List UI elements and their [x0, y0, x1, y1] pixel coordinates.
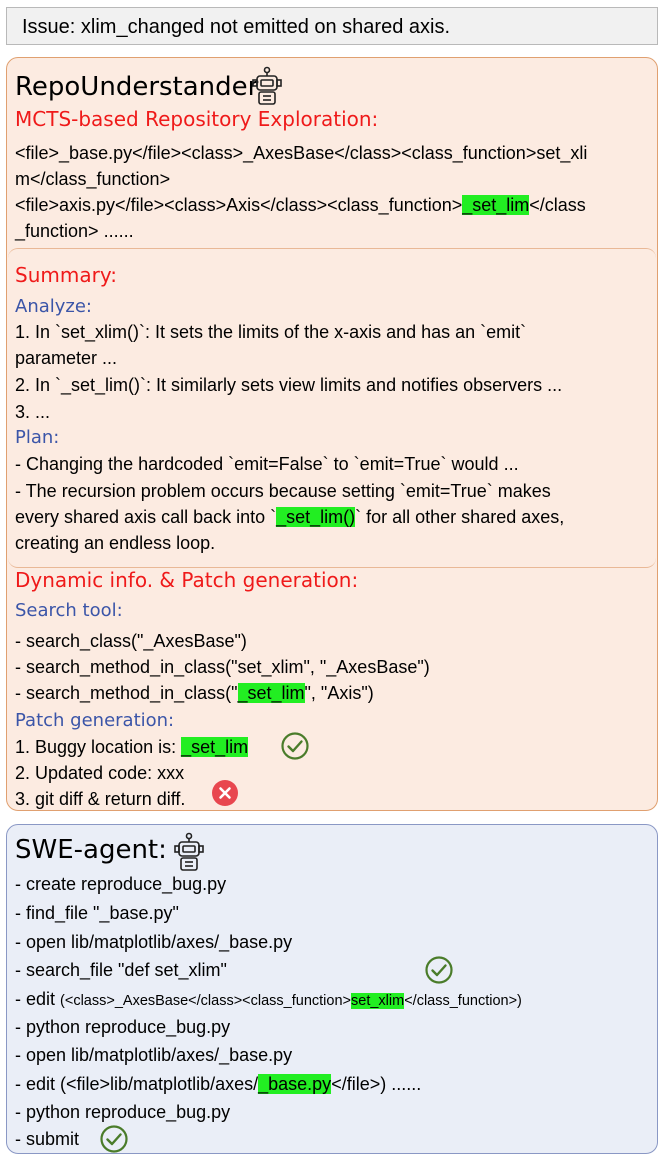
swe-step-8: - edit (<file>lib/matplotlib/axes/_base.… [15, 1074, 422, 1094]
plan-item-1: - Changing the hardcoded `emit=False` to… [15, 454, 519, 474]
search-item-1: - search_class("_AxesBase") [15, 631, 247, 651]
search-tool-heading: Search tool: [15, 600, 123, 621]
patch-heading: Patch generation: [15, 710, 175, 731]
mcts-heading: MCTS-based Repository Exploration: [15, 107, 379, 131]
repo-understander-panel: RepoUnderstander MCTS-based Repository E… [6, 57, 658, 811]
swe-step-1: - create reproduce_bug.py [15, 874, 227, 894]
analyze-item-1b: parameter ... [15, 348, 118, 368]
search-item-3: - search_method_in_class("_set_lim", "Ax… [15, 683, 374, 703]
check-circle-icon [100, 1125, 128, 1153]
issue-banner: Issue: xlim_changed not emitted on share… [6, 7, 658, 45]
analyze-item-3: 3. ... [15, 402, 51, 422]
swe-step-7: - open lib/matplotlib/axes/_base.py [15, 1045, 293, 1065]
highlight: _set_lim() [276, 507, 356, 527]
patch-item-2: 2. Updated code: xxx [15, 763, 185, 783]
path-line-3: <file>axis.py</file><class>Axis</class><… [15, 195, 586, 215]
check-circle-icon [281, 732, 309, 760]
search-item-2: - search_method_in_class("set_xlim", "_A… [15, 657, 430, 677]
summary-heading: Summary: [15, 263, 117, 287]
path-line-2: m</class_function> [15, 169, 171, 189]
robot-icon [252, 66, 282, 105]
swe-step-9: - python reproduce_bug.py [15, 1102, 231, 1122]
plan-item-2b: every shared axis call back into `_set_l… [15, 507, 565, 527]
swe-step-6: - python reproduce_bug.py [15, 1017, 231, 1037]
analyze-heading: Analyze: [15, 296, 92, 317]
swe-title: SWE-agent: [15, 835, 167, 865]
dynamic-heading: Dynamic info. & Patch generation: [15, 568, 359, 592]
swe-step-3: - open lib/matplotlib/axes/_base.py [15, 932, 293, 952]
analyze-item-1a: 1. In `set_xlim()`: It sets the limits o… [15, 322, 527, 342]
swe-step-4: - search_file "def set_xlim" [15, 960, 227, 980]
patch-item-1: 1. Buggy location is: _set_lim [15, 737, 249, 757]
patch-item-3: 3. git diff & return diff. [15, 789, 186, 809]
plan-item-2a: - The recursion problem occurs because s… [15, 481, 551, 501]
highlight: _base.py [258, 1074, 332, 1094]
path-line-4: _function> ...... [15, 221, 134, 241]
error-x-icon [212, 780, 238, 806]
robot-icon [174, 832, 204, 871]
check-circle-icon [425, 956, 453, 984]
highlight: _set_lim [181, 737, 249, 757]
highlight: set_xlim [351, 993, 405, 1009]
swe-step-10: - submit [15, 1129, 80, 1149]
analyze-item-2: 2. In `_set_lim()`: It similarly sets vi… [15, 375, 563, 395]
plan-item-2c: creating an endless loop. [15, 533, 216, 553]
plan-heading: Plan: [15, 427, 60, 448]
repo-title: RepoUnderstander [15, 72, 259, 102]
swe-step-2: - find_file "_base.py" [15, 903, 179, 923]
highlight: _set_lim [462, 195, 530, 215]
highlight: _set_lim [237, 683, 305, 703]
path-line-1: <file>_base.py</file><class>_AxesBase</c… [15, 143, 588, 163]
swe-step-5: - edit (<class>_AxesBase</class><class_f… [15, 989, 522, 1009]
swe-agent-panel: SWE-agent: - create reproduce_bug.py - f… [6, 824, 658, 1154]
